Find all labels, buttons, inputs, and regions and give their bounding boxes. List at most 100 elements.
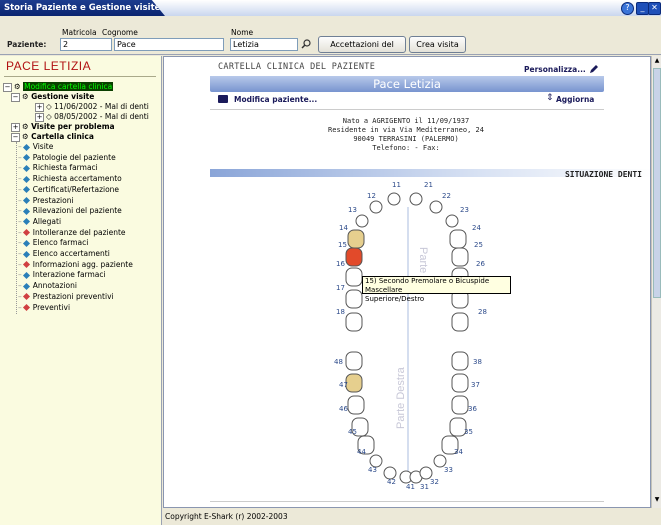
scroll-down-icon[interactable]: ▼ (653, 496, 661, 505)
item-diamond-icon (22, 207, 30, 215)
search-icon[interactable] (301, 39, 311, 49)
clinical-item[interactable]: – Elenco farmaci (18, 238, 88, 248)
status-bar: Copyright E-Shark (r) 2002-2003 (163, 508, 661, 525)
tree-visit-item[interactable]: + ◇ 11/06/2002 - Mal di denti (35, 102, 149, 112)
item-diamond-icon (22, 261, 30, 269)
collapse-icon[interactable]: − (11, 92, 20, 102)
clinical-item-label: Rilevazioni del paziente (32, 206, 122, 216)
clinical-item[interactable]: – Richiesta farmaci (18, 163, 98, 173)
folder-icon: ⚙ (22, 92, 29, 101)
scroll-thumb[interactable] (653, 68, 661, 298)
tooth-number: 43 (368, 466, 377, 474)
tooth-23[interactable] (445, 214, 459, 228)
crea-visita-button[interactable]: Crea visita (409, 36, 466, 53)
tooth-11[interactable] (387, 192, 401, 206)
edit-patient-icon (218, 95, 228, 103)
clinical-item[interactable]: – Interazione farmaci (18, 270, 106, 280)
tooth-15[interactable] (345, 247, 363, 267)
expand-icon[interactable]: + (35, 102, 44, 112)
clinical-item-label: Richiesta farmaci (32, 163, 98, 173)
tooth-46[interactable] (347, 395, 365, 415)
expand-icon[interactable]: + (11, 122, 20, 132)
tooth-13[interactable] (355, 214, 369, 228)
tooth-14[interactable] (347, 229, 365, 249)
tooth-28[interactable] (451, 312, 469, 332)
clinical-item[interactable]: – Patologie del paziente (18, 153, 116, 163)
tree-root[interactable]: − ⚙ Modifica cartella clinica (3, 82, 114, 92)
nome-field[interactable]: Letizia (230, 38, 298, 51)
clinical-item[interactable]: – Allegati (18, 217, 61, 227)
visit-icon: ◇ (46, 112, 52, 121)
tooth-48[interactable] (345, 351, 363, 371)
scroll-up-icon[interactable]: ▲ (653, 57, 661, 66)
tree-visit-item[interactable]: + ◇ 08/05/2002 - Mal di denti (35, 112, 149, 122)
tooth-16[interactable] (345, 267, 363, 287)
tooth-number: 33 (444, 466, 453, 474)
tooth-18[interactable] (345, 312, 363, 332)
dental-chart[interactable]: Parte Parte Destra 11 12 13 14 15 16 17 18 21 22 2… (164, 177, 651, 507)
clinical-item[interactable]: – Elenco accertamenti (18, 249, 110, 259)
tooth-number: 14 (339, 224, 348, 232)
page-title: CARTELLA CLINICA DEL PAZIENTE (218, 62, 376, 72)
tooth-number: 46 (339, 405, 348, 413)
item-diamond-icon (22, 218, 30, 226)
tooth-number: 17 (336, 284, 345, 292)
tooth-36[interactable] (451, 395, 469, 415)
matricola-field[interactable]: 2 (60, 38, 112, 51)
cognome-field[interactable]: Pace (114, 38, 224, 51)
tooth-17[interactable] (345, 289, 363, 309)
collapse-icon[interactable]: − (11, 132, 20, 142)
tree-connector: – (18, 163, 22, 173)
help-icon[interactable]: ? (621, 2, 634, 15)
clinical-item[interactable]: – Certificati/Refertazione (18, 185, 119, 195)
folder-icon: ⚙ (22, 122, 29, 131)
tree-cartella-clinica[interactable]: − ⚙ Cartella clinica (11, 132, 94, 142)
clinical-item[interactable]: – Intolleranze del paziente (18, 228, 126, 238)
vertical-scrollbar[interactable]: ▲ ▼ (651, 56, 661, 508)
personalizza-link[interactable]: Personalizza... (524, 65, 586, 74)
clinical-item[interactable]: – Rilevazioni del paziente (18, 206, 122, 216)
tooth-25[interactable] (451, 247, 469, 267)
accettazioni-button[interactable]: Accettazioni del giorno (318, 36, 406, 64)
tooth-tooltip: 15) Secondo Premolare o Bicuspide Mascel… (362, 276, 511, 303)
clinical-item-label: Interazione farmaci (32, 270, 106, 280)
patient-name-banner: Pace Letizia (210, 76, 604, 92)
clinical-item[interactable]: – Annotazioni (18, 281, 77, 291)
tooth-number: 15 (338, 241, 347, 249)
tooth-24[interactable] (449, 229, 467, 249)
tooth-38[interactable] (451, 351, 469, 371)
tooth-number: 13 (348, 206, 357, 214)
tooltip-line2: Superiore/Destro (365, 295, 425, 303)
tooth-number: 25 (474, 241, 483, 249)
tooth-12[interactable] (369, 200, 383, 214)
tooth-37[interactable] (451, 373, 469, 393)
modifica-paziente-link[interactable]: Modifica paziente... (234, 95, 317, 104)
tooth-22[interactable] (429, 200, 443, 214)
clinical-item[interactable]: – Richiesta accertamento (18, 174, 122, 184)
collapse-icon[interactable]: − (3, 82, 12, 92)
item-diamond-icon (22, 186, 30, 194)
tooth-number: 16 (336, 260, 345, 268)
clinical-item[interactable]: – Preventivi (18, 303, 70, 313)
item-diamond-icon (22, 143, 30, 151)
patient-title: PACE LETIZIA (6, 59, 92, 73)
tree-visite-problema[interactable]: + ⚙ Visite per problema (11, 122, 115, 132)
tree-connector: – (18, 195, 22, 205)
clinical-item[interactable]: – Prestazioni preventivi (18, 292, 114, 302)
clinical-item[interactable]: – Prestazioni (18, 196, 74, 206)
clinical-item[interactable]: – Visite (18, 142, 53, 152)
expand-icon[interactable]: + (35, 112, 44, 122)
aggiorna-link[interactable]: Aggiorna (556, 95, 594, 104)
tree-gestione-visite[interactable]: − ⚙ Gestione visite (11, 92, 94, 102)
item-diamond-icon (22, 271, 30, 279)
side-label-lower: Parte Destra (395, 366, 407, 429)
tooth-number: 22 (442, 192, 451, 200)
tooth-47[interactable] (345, 373, 363, 393)
tooth-21[interactable] (409, 192, 423, 206)
tooth-number: 23 (460, 206, 469, 214)
clinical-item[interactable]: – Informazioni agg. paziente (18, 260, 133, 270)
tooth-number: 47 (339, 381, 348, 389)
close-icon[interactable]: ✕ (648, 2, 661, 15)
info-address: Residente in via Via Mediterraneo, 24 (328, 126, 484, 134)
item-diamond-icon (22, 154, 30, 162)
